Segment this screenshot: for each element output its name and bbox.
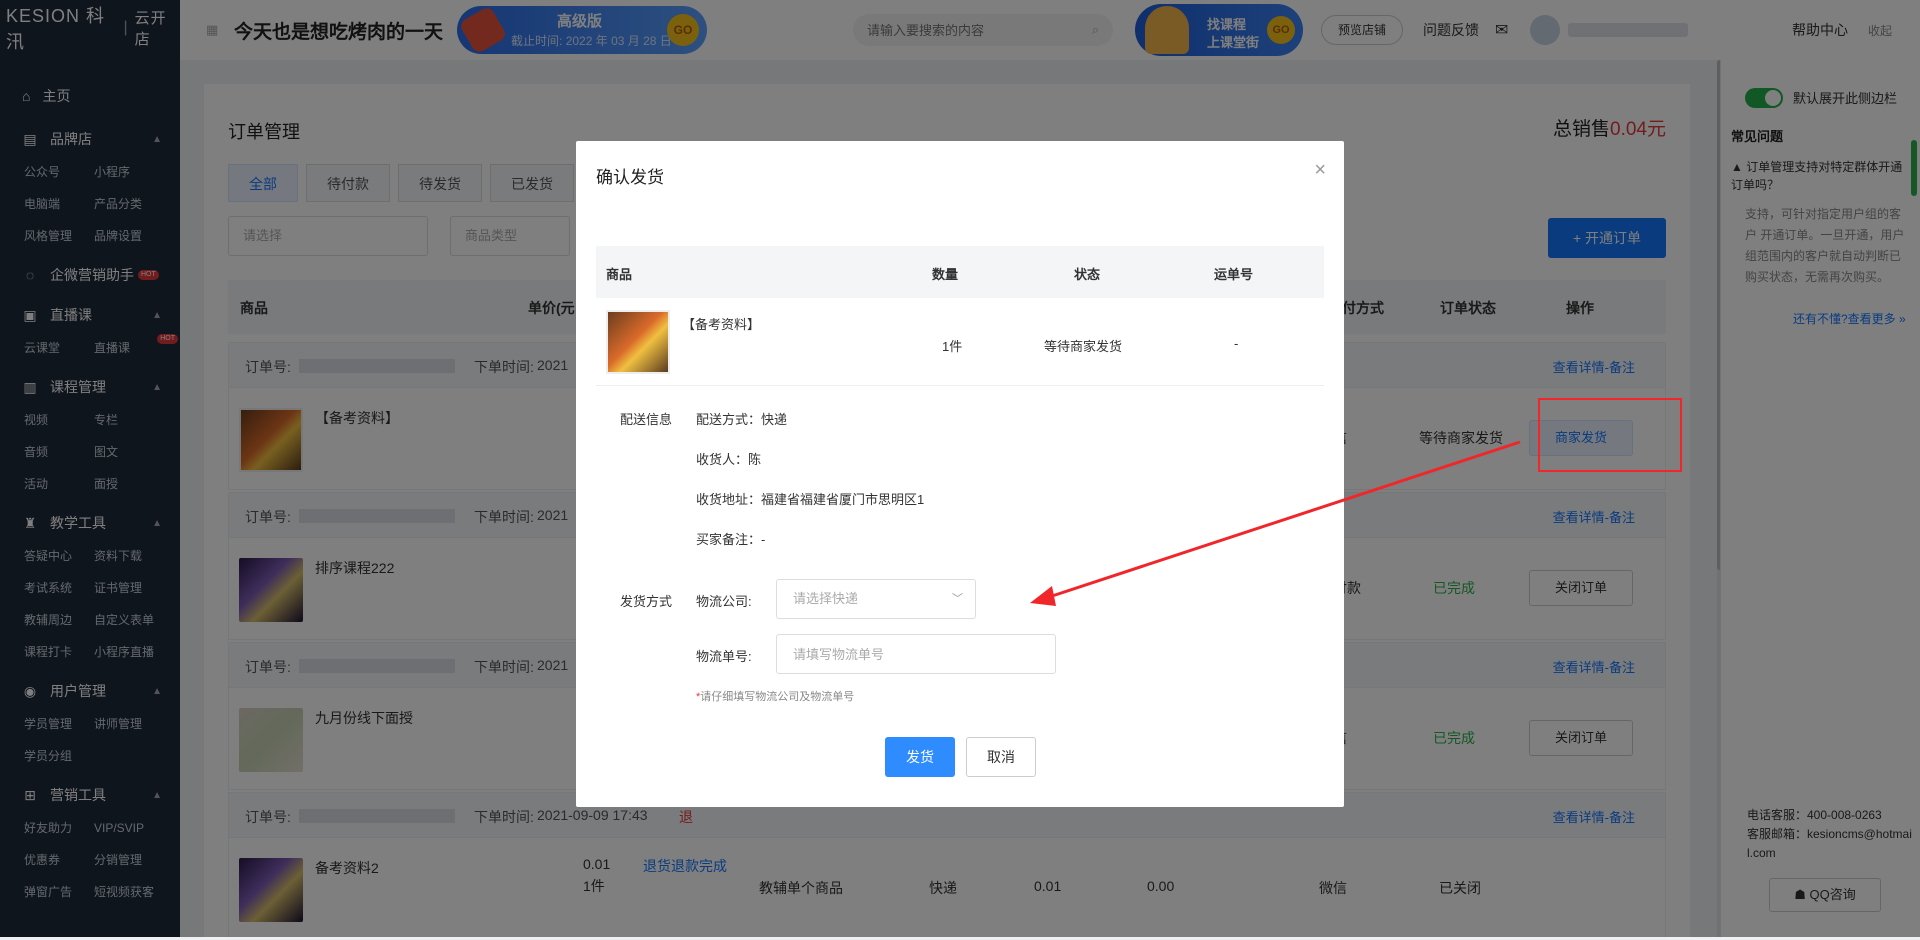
item-qty: 1件 xyxy=(942,339,963,354)
close-icon[interactable]: × xyxy=(1314,159,1326,182)
receiver: 收货人：陈 xyxy=(696,452,762,467)
item-status: 等待商家发货 xyxy=(1044,339,1123,354)
col-product: 商品 xyxy=(606,267,633,282)
form-hint: *请仔细填写物流公司及物流单号 xyxy=(696,688,854,704)
shipping-address: 收货地址：福建省福建省厦门市思明区1 xyxy=(696,492,925,507)
delivery-method: 配送方式：快递 xyxy=(696,412,788,427)
dialog-title: 确认发货 xyxy=(596,168,664,187)
col-qty: 数量 xyxy=(932,267,959,282)
dialog-table-header: 商品 数量 状态 运单号 xyxy=(596,246,1324,298)
hint-text: 请仔细填写物流公司及物流单号 xyxy=(700,691,855,703)
product-name: 【备考资料】 xyxy=(682,317,761,332)
chevron-down-icon: ﹀ xyxy=(952,593,963,605)
confirm-shipment-dialog: 确认发货 × 商品 数量 状态 运单号 【备考资料】 1件 等待商家发货 - 配… xyxy=(576,141,1344,807)
buyer-note: 买家备注：- xyxy=(696,532,766,547)
ship-method-label: 发货方式 xyxy=(620,594,673,609)
ship-confirm-button[interactable]: 发货 xyxy=(885,737,955,777)
logistics-company-label: 物流公司: xyxy=(696,594,752,609)
product-thumbnail xyxy=(606,310,670,374)
logistics-company-select[interactable]: 请选择快递 ﹀ xyxy=(776,579,976,619)
item-waybill: - xyxy=(1234,336,1239,351)
col-status: 状态 xyxy=(1074,267,1101,282)
cancel-button[interactable]: 取消 xyxy=(966,737,1036,777)
select-placeholder: 请选择快递 xyxy=(793,591,859,606)
tracking-number-label: 物流单号: xyxy=(696,649,752,664)
col-waybill: 运单号 xyxy=(1214,267,1254,282)
dialog-item-row: 【备考资料】 1件 等待商家发货 - xyxy=(596,298,1324,386)
annotation-highlight-box xyxy=(1538,398,1682,472)
tracking-number-input[interactable] xyxy=(776,634,1056,674)
delivery-info-label: 配送信息 xyxy=(620,412,673,427)
